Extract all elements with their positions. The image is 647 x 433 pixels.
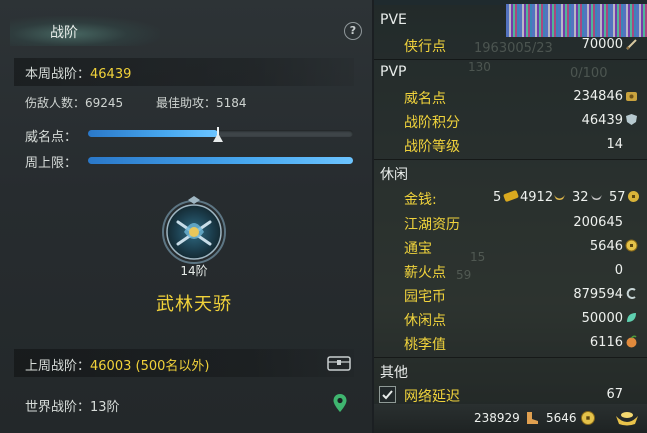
coin-icon	[581, 411, 595, 425]
prestige-marker-icon	[212, 133, 223, 142]
chivalry-value: 70000	[581, 37, 623, 52]
leisure-value: 50000	[581, 311, 623, 326]
title-glow	[10, 16, 160, 46]
money-copper: 32	[572, 190, 589, 205]
gold-ingot-icon[interactable]	[614, 408, 640, 428]
world-rank-row: 世界战阶：13阶	[25, 396, 120, 415]
sword-icon	[626, 39, 637, 50]
location-pin-icon[interactable]	[332, 393, 348, 413]
bg-ghost-text: 59	[456, 268, 472, 282]
bg-ghost-text: 1963005/23	[474, 41, 553, 56]
points-value: 46439	[581, 113, 623, 128]
leisure-label: 休闲点	[404, 313, 446, 329]
world-rank-value: 13阶	[90, 400, 120, 415]
copper-ingot-icon	[591, 195, 602, 200]
estate-value: 879594	[573, 287, 623, 302]
prestige-icon	[626, 92, 637, 101]
chivalry-label: 侠行点	[404, 39, 446, 55]
prestige-bar-fill	[88, 130, 218, 137]
peach-icon	[626, 335, 637, 348]
firewood-label: 薪火点	[404, 265, 446, 281]
section-divider	[374, 357, 647, 358]
firewood-value: 0	[614, 263, 623, 278]
world-rank-label: 世界战阶：	[25, 400, 91, 415]
estate-coin-icon	[626, 288, 636, 299]
last-week-row: 上周战阶：46003 (500名以外)	[25, 355, 209, 374]
assist-label: 最佳助攻：	[156, 96, 217, 110]
week-rank-label: 本周战阶：	[25, 67, 91, 82]
money-silver: 4912	[520, 190, 554, 205]
tongbao-label: 通宝	[404, 241, 432, 257]
latency-label: 网络延迟	[404, 389, 460, 405]
week-rank-row: 本周战阶：46439	[25, 63, 131, 82]
bg-ghost-text: 0/100	[570, 66, 608, 81]
bottom-currency-bar: 238929 5646	[374, 404, 647, 433]
cap-label: 周上限：	[25, 156, 78, 171]
tongbao-coin-icon	[625, 239, 638, 252]
rank-emblem-icon[interactable]	[158, 194, 230, 266]
bottom-right-value: 5646	[546, 411, 577, 425]
bottom-left-value: 238929	[474, 411, 520, 425]
defeated-value: 69245	[85, 96, 124, 110]
coin-icon	[628, 191, 639, 202]
section-other: 其他	[380, 365, 408, 381]
bg-ghost-text: 130	[468, 60, 491, 74]
prestige-label: 威名点	[404, 91, 446, 107]
rank-name: 武林天骄	[156, 294, 232, 315]
shield-icon	[626, 114, 637, 125]
money-label: 金钱:	[404, 192, 437, 208]
panel-title: 战阶	[50, 25, 78, 41]
rank-level: 14阶	[180, 264, 208, 278]
latency-checkbox[interactable]	[379, 386, 396, 403]
defeated-stat: 伤敌人数：69245	[25, 94, 123, 111]
money-gold: 5	[493, 190, 502, 205]
level-label: 战阶等级	[404, 139, 460, 155]
tongbao-value: 5646	[589, 239, 623, 254]
prestige-value: 234846	[573, 89, 623, 104]
checkmark-icon	[382, 390, 393, 400]
money-extra: 57	[609, 190, 626, 205]
estate-label: 园宅币	[404, 289, 446, 305]
section-pvp: PVP	[380, 64, 407, 80]
points-label: 战阶积分	[404, 115, 460, 131]
rank-panel: 战阶 ? 本周战阶：46439 伤敌人数：69245 最佳助攻：5184 威名点…	[0, 0, 372, 433]
prestige-bar	[88, 127, 353, 142]
defeated-label: 伤敌人数：	[25, 96, 86, 110]
gold-ingot-icon	[503, 190, 519, 202]
jianghu-value: 200645	[573, 215, 623, 230]
latency-value: 67	[606, 387, 623, 402]
last-week-label: 上周战阶：	[25, 359, 91, 374]
cap-bar-fill	[88, 157, 353, 164]
peach-value: 6116	[589, 335, 623, 350]
section-divider	[374, 159, 647, 160]
last-week-value: 46003 (500名以外)	[90, 359, 210, 374]
assist-stat: 最佳助攻：5184	[156, 94, 247, 111]
cap-bar	[88, 157, 353, 164]
week-rank-value: 46439	[90, 67, 132, 82]
currency-panel: 1963005/23 130 0/100 15 59 PVE 侠行点 70000…	[374, 0, 647, 433]
chest-icon[interactable]	[327, 354, 351, 372]
peach-label: 桃李值	[404, 337, 446, 353]
section-divider	[374, 59, 647, 60]
assist-value: 5184	[216, 96, 247, 110]
boot-icon	[527, 412, 538, 424]
bg-ghost-text: 15	[470, 250, 486, 264]
jianghu-label: 江湖资历	[404, 217, 460, 233]
section-pve: PVE	[380, 12, 407, 28]
level-value: 14	[606, 137, 623, 152]
decorative-strip	[506, 4, 647, 37]
panel-title-bar: 战阶	[0, 14, 372, 48]
prestige-label: 威名点：	[25, 130, 78, 145]
leaf-icon	[627, 313, 636, 322]
help-icon[interactable]: ?	[344, 22, 362, 40]
section-leisure: 休闲	[380, 167, 408, 183]
silver-ingot-icon	[554, 195, 565, 200]
